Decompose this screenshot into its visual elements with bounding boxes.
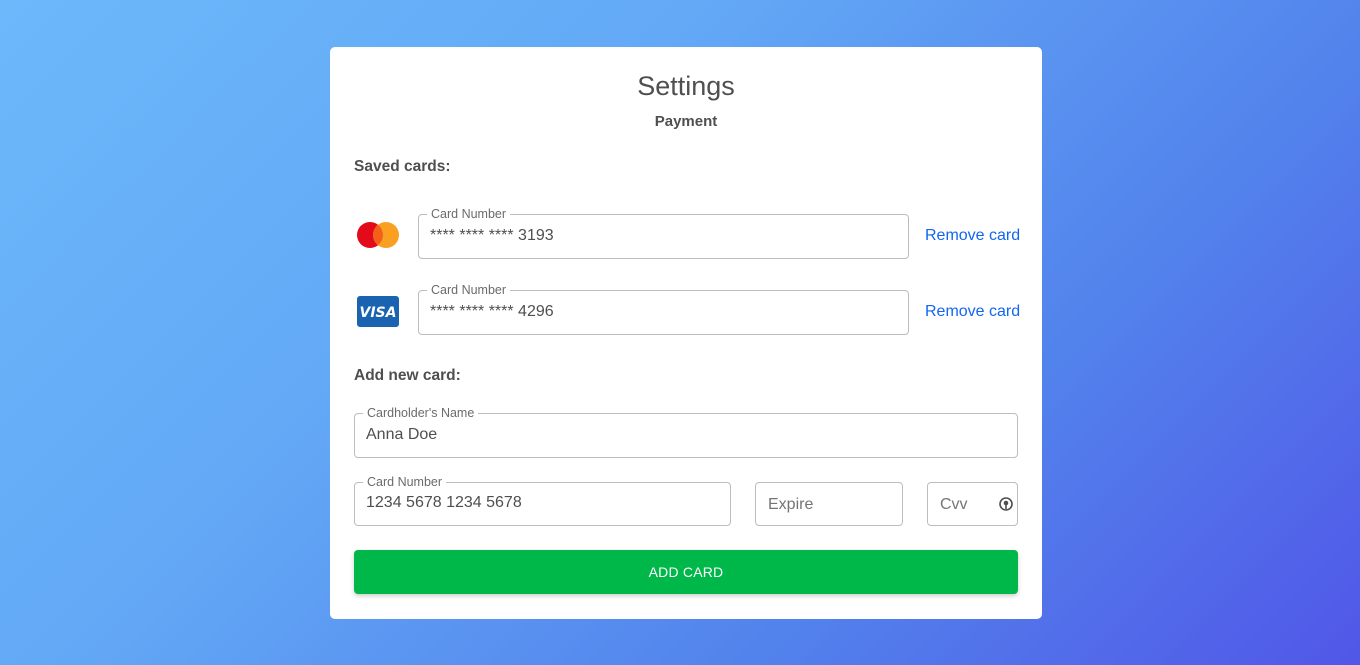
add-card-button[interactable]: ADD CARD: [354, 550, 1018, 594]
visa-brand-text: VISA: [360, 305, 397, 321]
card-number-label: Card Number: [427, 283, 511, 297]
mastercard-icon: [355, 220, 401, 255]
cvv-placeholder: Cvv: [940, 496, 968, 513]
new-card-number-label: Card Number: [363, 475, 447, 489]
remove-card-button[interactable]: Remove card: [925, 303, 1020, 321]
add-card-heading: Add new card:: [354, 367, 461, 384]
saved-card-number-value: **** **** **** 3193: [430, 227, 554, 244]
page-title: Settings: [637, 71, 735, 101]
saved-card-number-value: **** **** **** 4296: [430, 303, 554, 320]
page-subtitle: Payment: [654, 113, 718, 130]
cardholder-name-value: Anna Doe: [366, 426, 438, 443]
cvv-field[interactable]: Cvv: [927, 482, 1018, 526]
expire-placeholder: Expire: [768, 496, 814, 513]
new-card-number-field[interactable]: Card Number 1234 5678 1234 5678: [354, 475, 731, 526]
expire-field[interactable]: Expire: [755, 482, 903, 526]
saved-card-number-field[interactable]: Card Number **** **** **** 4296: [418, 283, 909, 335]
cardholder-name-label: Cardholder's Name: [363, 406, 479, 420]
saved-card-number-field[interactable]: Card Number **** **** **** 3193: [418, 207, 909, 259]
visa-icon: VISA: [357, 296, 399, 332]
remove-card-button[interactable]: Remove card: [925, 227, 1020, 245]
settings-panel: Settings Payment Saved cards: Card Numbe…: [330, 47, 1042, 619]
saved-cards-heading: Saved cards:: [354, 158, 451, 175]
card-number-label: Card Number: [427, 207, 511, 221]
new-card-number-value: 1234 5678 1234 5678: [366, 494, 522, 511]
info-icon[interactable]: [998, 496, 1014, 517]
cardholder-name-field[interactable]: Cardholder's Name Anna Doe: [354, 406, 1018, 458]
